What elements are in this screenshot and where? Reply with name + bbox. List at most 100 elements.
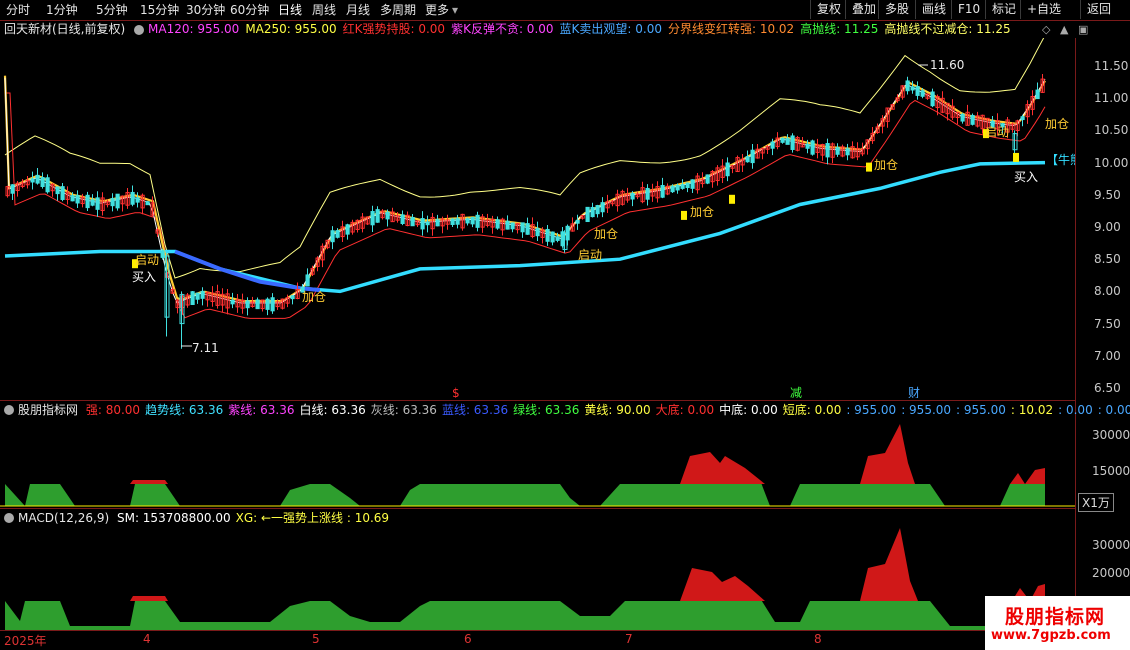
unit-label: X1万 [1078,493,1114,512]
candle-body [750,149,755,164]
candle-body [790,135,795,150]
candle-body [420,218,425,230]
f10-button[interactable]: F10 [951,0,986,19]
bull-bear-label: 【牛熊 [1046,152,1075,167]
candle-body [145,201,150,206]
candle-body [725,162,730,177]
watermark: 股朋指标网 www.7gpzb.com [985,596,1130,650]
indicator-value: 高抛线不过减仓: 11.25 [884,22,1011,36]
price-axis-border [1075,38,1076,650]
macd-red-area [860,528,918,601]
date-label-jul: 7 [625,632,633,646]
candle-body [60,186,65,200]
signal-marker [729,194,735,204]
candle-body [960,113,965,122]
support-line [5,92,1046,319]
more-chevron-icon[interactable]: ▾ [452,2,458,18]
candle-body [435,219,440,227]
fuquan-button[interactable]: 复权 [810,0,847,19]
indicator-value: 黄线: 90.00 [584,403,651,417]
candle-body [85,194,90,209]
candle-body [555,236,560,241]
candle-body [600,202,605,213]
separator [0,400,1075,401]
indicator-value: : 955.00 [846,403,897,417]
candle-body [370,211,375,226]
indicator-value: MA120: 955.00 [148,22,240,36]
price-chart[interactable]: 11.607.11买入买入启动启动启动加仓加仓加仓加仓加仓【牛熊$减财 [0,38,1075,398]
back-button[interactable]: 返回 [1080,0,1117,19]
candle-body [30,178,35,183]
tab-30min[interactable]: 30分钟 [186,2,225,18]
price-axis-label: 7.00 [1094,348,1121,363]
red-area [1010,468,1045,484]
candle-body [410,216,415,227]
macd-chart[interactable] [0,526,1075,630]
indicator-value: 白线: 63.36 [299,403,366,417]
candle-body [550,231,555,243]
candle-body [10,184,15,194]
price-axis-label: 11.50 [1094,59,1129,73]
tab-1min[interactable]: 1分钟 [46,2,78,18]
buy-label: 买入 [1014,170,1038,184]
add-favorite-button[interactable]: +自选 [1020,0,1067,19]
start-label: 启动 [578,248,602,262]
date-label-apr: 4 [143,632,151,646]
buy-label: 买入 [132,270,156,284]
candle-body [525,223,530,235]
tab-fenshi[interactable]: 分时 [6,2,30,18]
restore-icon[interactable]: ▣ [1078,23,1088,36]
tab-15min[interactable]: 15分钟 [140,2,179,18]
tab-more[interactable]: 更多 [425,2,449,18]
candle-body [90,199,95,206]
candle-body [195,292,200,300]
candle-body [160,250,165,258]
candle-body [630,193,635,200]
event-marker-jian: 减 [790,386,802,398]
indicator1-chart[interactable] [0,418,1075,508]
date-label-aug: 8 [814,632,822,646]
tab-5min[interactable]: 5分钟 [96,2,128,18]
candle-body [495,219,500,229]
tab-daily[interactable]: 日线 [278,2,302,18]
tab-weekly[interactable]: 周线 [312,2,336,18]
tab-60min[interactable]: 60分钟 [230,2,269,18]
indicator2-settings-icon[interactable] [4,513,14,523]
overlay-button[interactable]: 叠加 [845,0,882,19]
candle-body [450,218,455,225]
draw-line-button[interactable]: 画线 [915,0,952,19]
add-label: 加仓 [594,227,618,241]
green-area [5,601,1045,630]
indicator-value: 趋势线: 63.36 [145,403,224,417]
candle-body [780,137,785,143]
candle-body [70,195,75,202]
long-ma-blue-segment [174,249,321,293]
candle-body [200,290,205,299]
indicator1-settings-icon[interactable] [4,405,14,415]
indicator-value: 高抛线: 11.25 [800,22,879,36]
start-label: 启动 [985,125,1009,139]
price-axis-label: 11.00 [1094,91,1129,106]
settings-icon[interactable] [134,25,144,35]
candle-body [520,222,525,233]
candle-body [265,298,270,310]
mark-button[interactable]: 标记 [985,0,1022,19]
tab-monthly[interactable]: 月线 [346,2,370,18]
candle-body [230,299,235,305]
candle-body [255,299,260,310]
multi-stock-button[interactable]: 多股 [878,0,915,19]
low-price-label: 7.11 [192,341,219,355]
candle-body [335,230,340,238]
up-arrow-icon[interactable]: ▲ [1060,23,1068,36]
tab-multi-period[interactable]: 多周期 [380,2,416,18]
diamond-icon[interactable]: ◇ [1042,23,1050,36]
main-indicator-values: MA120: 955.00 MA250: 955.00 红K强势持股: 0.00 紫K… [144,20,1011,38]
candle-body [330,230,335,243]
price-axis-label: 7.50 [1094,316,1121,331]
candle-body [690,179,695,189]
indicator1-title: 股朋指标网 [18,403,79,417]
candle-body [290,295,295,300]
candle-body [645,187,650,200]
candle-body [400,214,405,225]
indicator1-header: 股朋指标网 强: 80.00 趋势线: 63.36 紫线: 63.36 白线: 63.… [0,402,1130,418]
